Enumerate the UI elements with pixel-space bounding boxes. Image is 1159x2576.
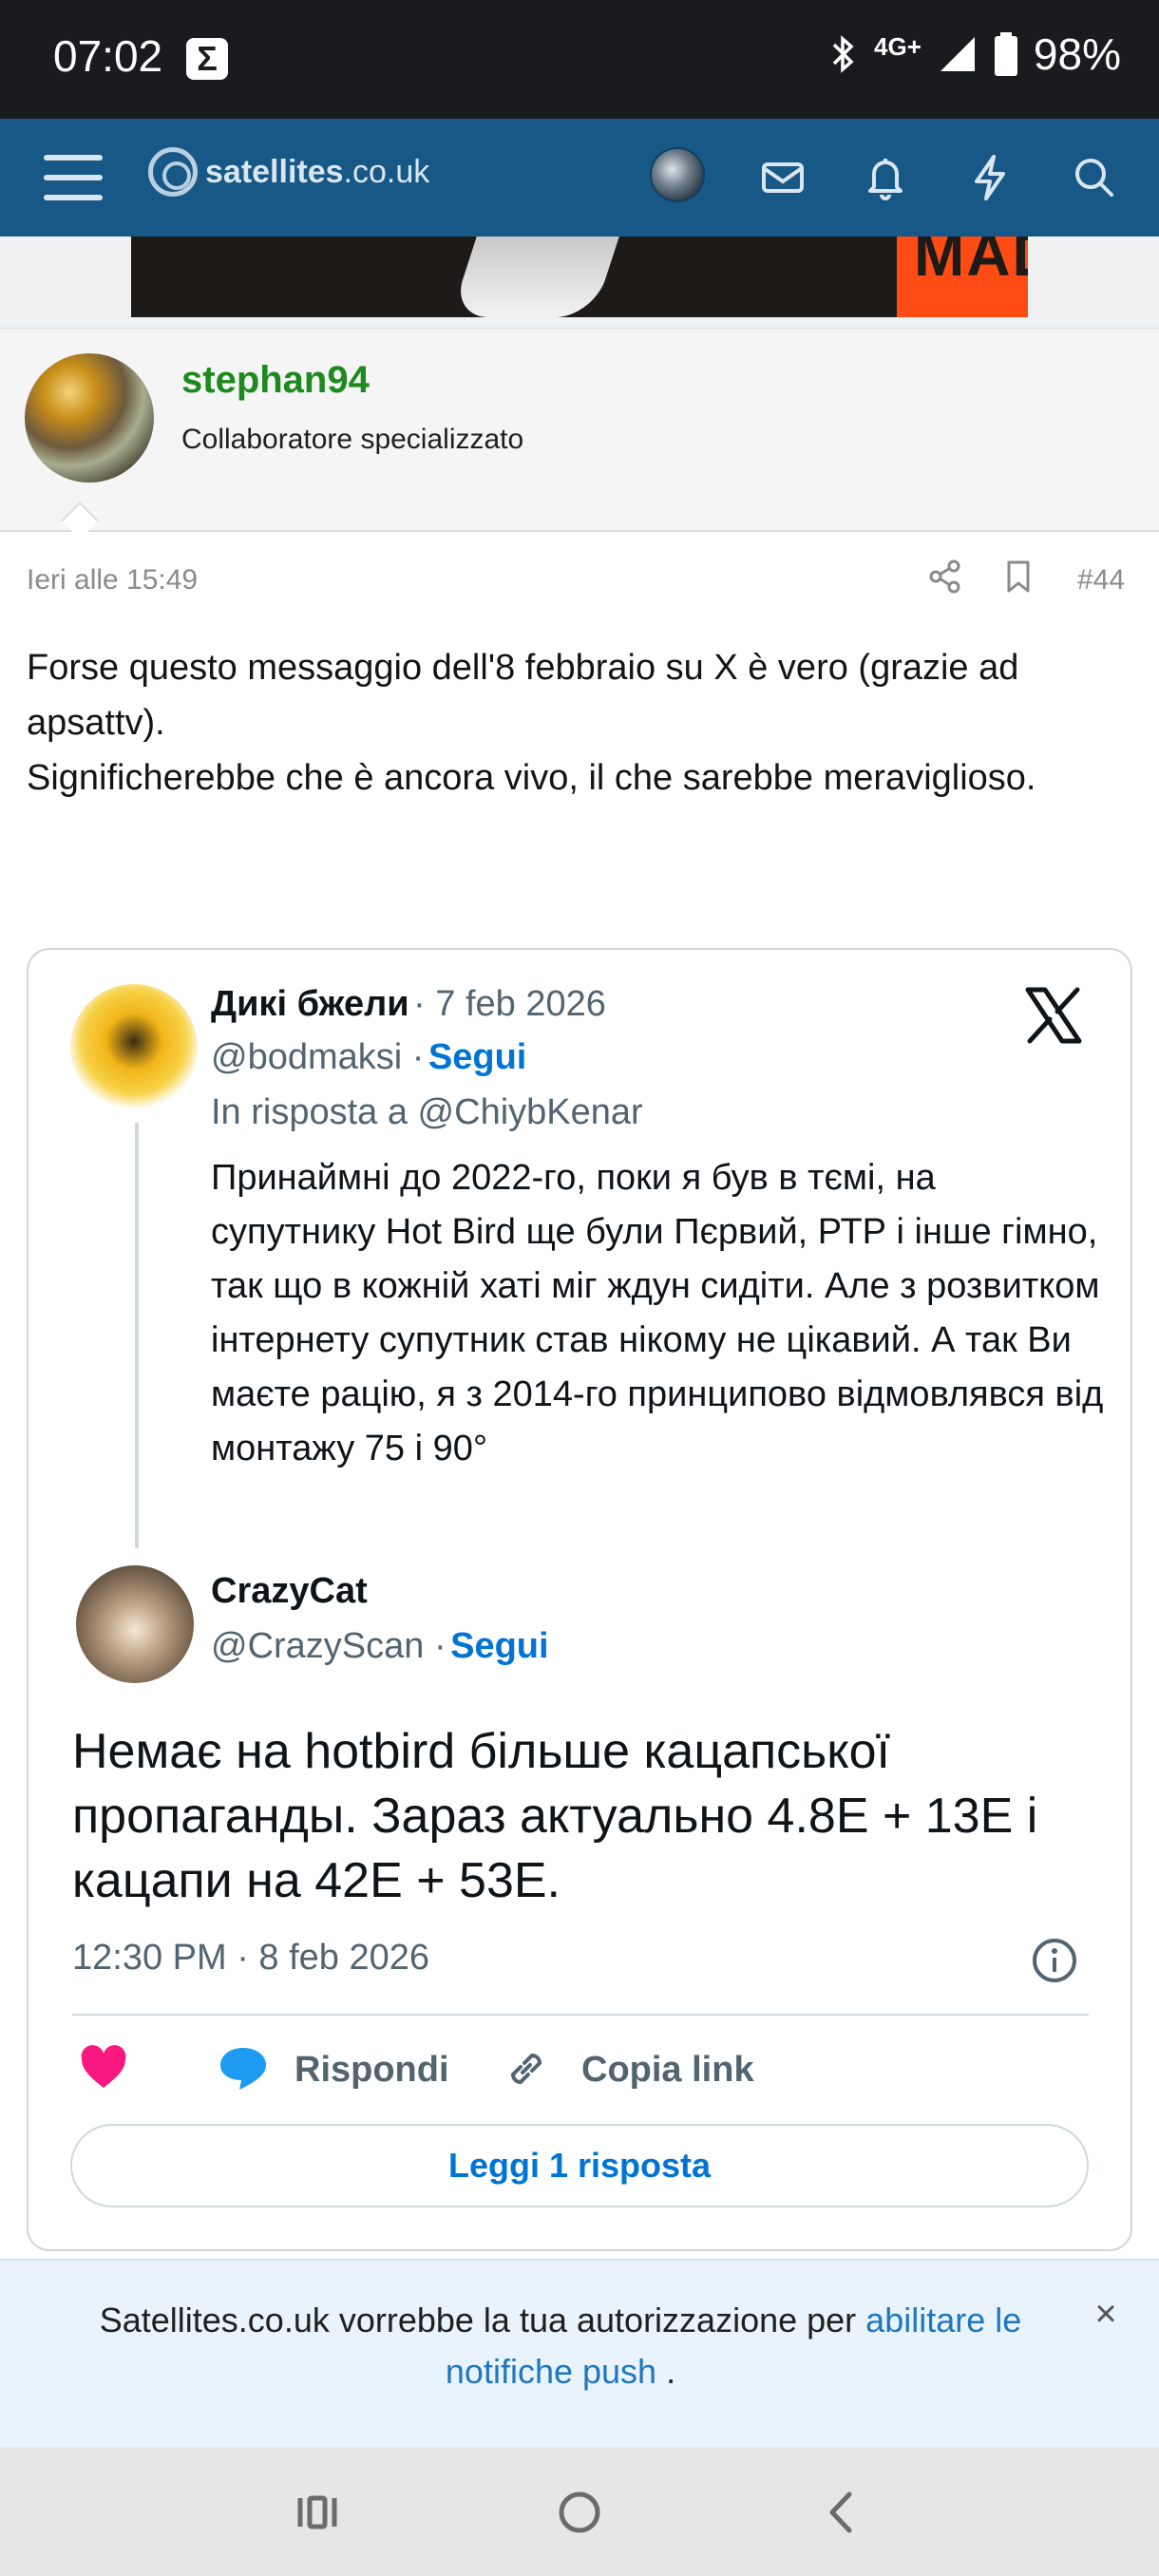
tweet-author-handle-row: @CrazyScan · Segui bbox=[211, 1626, 549, 1667]
tweet-author-handle[interactable]: @CrazyScan · bbox=[211, 1626, 446, 1666]
link-icon[interactable] bbox=[502, 2044, 551, 2093]
close-icon[interactable]: × bbox=[1089, 2295, 1123, 2333]
tweet-author-name[interactable]: CrazyCat bbox=[211, 1571, 368, 1612]
parent-author-handle[interactable]: @bodmaksi · bbox=[211, 1037, 424, 1077]
x-logo-icon[interactable] bbox=[1022, 984, 1085, 1047]
bookmark-icon[interactable] bbox=[1001, 559, 1036, 595]
reply-icon[interactable] bbox=[217, 2044, 270, 2092]
post-number[interactable]: #44 bbox=[1077, 564, 1125, 597]
post-body: Forse questo messaggio dell'8 febbraio s… bbox=[27, 640, 1138, 805]
satellite-dish-icon bbox=[148, 147, 198, 197]
bolt-icon[interactable] bbox=[963, 151, 1016, 204]
embedded-tweet bbox=[27, 948, 1132, 2251]
tweet-author-avatar[interactable] bbox=[76, 1565, 194, 1683]
menu-icon[interactable] bbox=[44, 155, 103, 202]
parent-tweet-avatar[interactable] bbox=[70, 984, 198, 1111]
parent-tweet-header: Дикі бжели · 7 feb 2026 bbox=[211, 984, 606, 1025]
parent-author-handle-row: @bodmaksi · Segui bbox=[211, 1037, 526, 1078]
author-username[interactable]: stephan94 bbox=[181, 359, 370, 402]
mail-icon[interactable] bbox=[756, 151, 809, 204]
post-author-header bbox=[0, 328, 1159, 532]
reply-button[interactable]: Rispondi bbox=[294, 2050, 449, 2091]
post-date[interactable]: Ieri alle 15:49 bbox=[27, 564, 198, 597]
account-avatar[interactable] bbox=[650, 147, 705, 202]
parent-tweet-text: Принаймні до 2022-го, поки я був в тємі,… bbox=[211, 1158, 1104, 1468]
tweet-divider bbox=[72, 2014, 1089, 2016]
post-paragraph: Significherebbe che è ancora vivo, il ch… bbox=[27, 758, 1036, 798]
bluetooth-icon bbox=[832, 35, 854, 73]
status-bar: 07:02 Σ 4G+ 98% bbox=[0, 0, 1159, 119]
banner-logo: MAD bbox=[897, 237, 1028, 317]
heart-icon[interactable] bbox=[78, 2044, 129, 2092]
follow-button[interactable]: Segui bbox=[428, 1037, 526, 1077]
follow-button[interactable]: Segui bbox=[450, 1626, 548, 1666]
share-icon[interactable] bbox=[927, 559, 963, 595]
site-logo[interactable]: satellites.co.uk bbox=[148, 147, 429, 197]
recent-apps-icon[interactable] bbox=[291, 2489, 344, 2536]
copy-link-button[interactable]: Copia link bbox=[581, 2050, 754, 2091]
info-icon[interactable] bbox=[1030, 1936, 1079, 1985]
author-title: Collaboratore specializzato bbox=[181, 424, 524, 455]
network-type: 4G+ bbox=[874, 31, 922, 61]
push-prompt-end: . bbox=[656, 2352, 676, 2391]
parent-tweet-date[interactable]: · 7 feb 2026 bbox=[413, 984, 606, 1024]
logo-bold: satellites bbox=[205, 153, 344, 190]
battery-level: 98% bbox=[1033, 29, 1121, 79]
battery-icon bbox=[994, 32, 1017, 76]
system-navigation-bar bbox=[0, 2447, 1159, 2576]
status-indicators: 4G+ 98% bbox=[826, 28, 1121, 80]
status-time: 07:02 bbox=[53, 31, 163, 81]
back-icon[interactable] bbox=[815, 2489, 868, 2536]
bell-icon[interactable] bbox=[859, 151, 912, 204]
search-icon[interactable] bbox=[1068, 151, 1121, 204]
push-prompt-message: Satellites.co.uk vorrebbe la tua autoriz… bbox=[99, 2301, 866, 2339]
read-replies-button[interactable]: Leggi 1 risposta bbox=[70, 2124, 1089, 2207]
home-icon[interactable] bbox=[553, 2489, 606, 2536]
logo-domain: .co.uk bbox=[343, 153, 430, 190]
author-avatar[interactable] bbox=[25, 353, 154, 483]
parent-author-name[interactable]: Дикі бжели bbox=[211, 984, 409, 1024]
site-header: satellites.co.uk bbox=[0, 119, 1159, 237]
tweet-text: Немає на hotbird більше кацапської пропа… bbox=[72, 1724, 1038, 1908]
sigma-app-icon: Σ bbox=[186, 38, 228, 80]
push-prompt-text: Satellites.co.uk vorrebbe la tua autoriz… bbox=[66, 2295, 1054, 2397]
thread-line bbox=[135, 1123, 139, 1548]
signal-icon bbox=[940, 37, 975, 71]
post-paragraph: Forse questo messaggio dell'8 febbraio s… bbox=[27, 648, 1019, 743]
banner-image bbox=[450, 237, 619, 317]
advertisement-banner[interactable]: MAD bbox=[131, 237, 1028, 317]
tweet-timestamp[interactable]: 12:30 PM · 8 feb 2026 bbox=[72, 1938, 429, 1979]
reply-to-label[interactable]: In risposta a @ChiybKenar bbox=[211, 1092, 643, 1133]
